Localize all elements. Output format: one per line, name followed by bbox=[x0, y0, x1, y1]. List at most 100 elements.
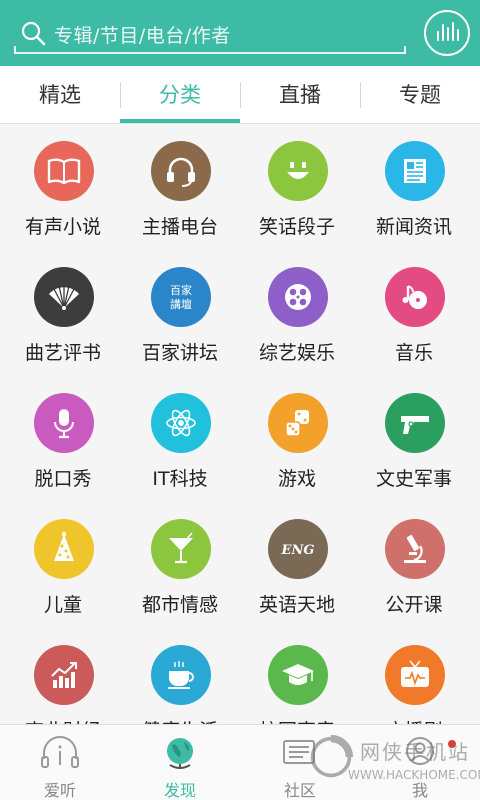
english-icon-text: ENG bbox=[281, 543, 315, 558]
category-label: 广播剧 bbox=[354, 716, 474, 724]
tab-featured[interactable]: 精选 bbox=[0, 66, 120, 123]
category-item[interactable]: 脱口秀 bbox=[3, 376, 123, 502]
equalizer-button[interactable] bbox=[424, 10, 470, 56]
category-icon-bg bbox=[34, 141, 94, 201]
category-label: 笑话段子 bbox=[258, 216, 335, 238]
category-icon-bg bbox=[268, 645, 328, 705]
equalizer-icon bbox=[437, 22, 459, 41]
category-label: 儿童 bbox=[43, 594, 82, 616]
globe-icon bbox=[167, 738, 193, 769]
search-underline bbox=[14, 46, 406, 54]
category-icon-bg bbox=[151, 393, 211, 453]
category-item[interactable]: 音乐 bbox=[354, 250, 474, 376]
tea-cup-icon bbox=[168, 661, 194, 689]
nav-listen-label: 爱听 bbox=[43, 781, 76, 800]
category-item[interactable]: 百家 講壇 百家讲坛 bbox=[120, 250, 240, 376]
watermark: 网侠手机站 WWW.HACKHOME.COM bbox=[300, 728, 480, 794]
cocktail-icon bbox=[169, 532, 193, 564]
search-icon bbox=[21, 21, 46, 46]
category-label: 商业财经 bbox=[3, 716, 123, 724]
category-item[interactable]: 广播剧 bbox=[354, 628, 474, 724]
search-input[interactable]: 专辑/节目/电台/作者 bbox=[14, 12, 406, 54]
category-item[interactable]: IT科技 bbox=[120, 376, 240, 502]
fan-icon bbox=[49, 285, 79, 310]
category-item[interactable]: 有声小说 bbox=[3, 124, 123, 250]
category-icon-bg bbox=[385, 267, 445, 327]
book-icon bbox=[47, 158, 81, 185]
category-icon-bg bbox=[385, 645, 445, 705]
category-label: 主播电台 bbox=[141, 216, 218, 238]
category-grid: 有声小说 主播电台 笑话段子 新闻资讯 曲艺评书 百家 講壇 百家讲坛 综艺娱乐… bbox=[0, 124, 480, 724]
category-icon-bg: ENG bbox=[268, 519, 328, 579]
category-label: 新闻资讯 bbox=[375, 216, 452, 238]
category-item[interactable]: 儿童 bbox=[3, 502, 123, 628]
tab-live[interactable]: 直播 bbox=[240, 66, 360, 123]
category-icon-bg bbox=[151, 645, 211, 705]
atom-icon bbox=[166, 409, 196, 437]
category-icon-bg bbox=[34, 393, 94, 453]
category-label: 文史军事 bbox=[375, 468, 452, 490]
tab-topics[interactable]: 专题 bbox=[360, 66, 480, 123]
lecture-icon-text-2: 講壇 bbox=[170, 297, 192, 311]
category-label: IT科技 bbox=[152, 468, 208, 490]
category-label: 校园声音 bbox=[237, 716, 357, 724]
category-label: 英语天地 bbox=[258, 594, 335, 616]
category-item[interactable]: 曲艺评书 bbox=[3, 250, 123, 376]
category-item[interactable]: 健康生活 bbox=[120, 628, 240, 724]
tv-icon bbox=[401, 660, 429, 687]
category-item[interactable]: 综艺娱乐 bbox=[237, 250, 357, 376]
category-icon-bg bbox=[34, 267, 94, 327]
category-item[interactable]: 都市情感 bbox=[120, 502, 240, 628]
headset-icon bbox=[167, 157, 195, 187]
category-label: 公开课 bbox=[385, 594, 443, 616]
watermark-text: 网侠手机站 bbox=[360, 740, 470, 764]
category-icon-bg bbox=[151, 519, 211, 579]
dice-icon bbox=[285, 410, 309, 437]
nav-discover-label: 发现 bbox=[163, 781, 196, 800]
search-placeholder: 专辑/节目/电台/作者 bbox=[54, 25, 231, 47]
newspaper-icon bbox=[404, 159, 426, 183]
category-icon-bg bbox=[385, 141, 445, 201]
category-label: 百家讲坛 bbox=[141, 342, 218, 364]
category-label: 综艺娱乐 bbox=[258, 342, 335, 364]
party-hat-icon bbox=[54, 531, 74, 561]
category-label: 脱口秀 bbox=[34, 468, 92, 490]
nav-discover[interactable]: 发现 bbox=[120, 725, 240, 800]
category-label: 健康生活 bbox=[120, 716, 240, 724]
listen-icon bbox=[41, 736, 79, 768]
film-reel-icon bbox=[285, 284, 311, 310]
category-item[interactable]: 笑话段子 bbox=[237, 124, 357, 250]
category-label: 游戏 bbox=[277, 468, 316, 490]
pistol-icon bbox=[401, 416, 429, 434]
category-icon-bg bbox=[268, 141, 328, 201]
watermark-url: WWW.HACKHOME.COM bbox=[348, 768, 480, 782]
category-item[interactable]: ENG 英语天地 bbox=[237, 502, 357, 628]
category-icon-bg bbox=[34, 645, 94, 705]
category-label: 曲艺评书 bbox=[24, 342, 101, 364]
category-item[interactable]: 商业财经 bbox=[3, 628, 123, 724]
category-icon-bg bbox=[268, 267, 328, 327]
lecture-icon: 百家 講壇 bbox=[170, 283, 192, 311]
category-item[interactable]: 公开课 bbox=[354, 502, 474, 628]
category-item[interactable]: 主播电台 bbox=[120, 124, 240, 250]
music-icon bbox=[402, 285, 427, 309]
app-header: 专辑/节目/电台/作者 bbox=[0, 0, 480, 66]
category-icon-bg bbox=[385, 519, 445, 579]
category-icon-bg: 百家 講壇 bbox=[151, 267, 211, 327]
english-icon: ENG bbox=[281, 543, 315, 558]
microscope-icon bbox=[404, 534, 426, 563]
category-item[interactable]: 新闻资讯 bbox=[354, 124, 474, 250]
category-item[interactable]: 文史军事 bbox=[354, 376, 474, 502]
chart-up-icon bbox=[51, 662, 77, 688]
category-icon-bg bbox=[151, 141, 211, 201]
graduation-cap-icon bbox=[282, 664, 314, 685]
tab-categories[interactable]: 分类 bbox=[120, 66, 240, 123]
category-label: 都市情感 bbox=[141, 594, 218, 616]
category-label: 音乐 bbox=[394, 342, 433, 364]
nav-listen[interactable]: 爱听 bbox=[0, 725, 120, 800]
microphone-icon bbox=[54, 409, 74, 439]
category-item[interactable]: 校园声音 bbox=[237, 628, 357, 724]
category-item[interactable]: 游戏 bbox=[237, 376, 357, 502]
smiley-icon bbox=[287, 162, 309, 179]
category-tabs: 精选 分类 直播 专题 bbox=[0, 66, 480, 124]
